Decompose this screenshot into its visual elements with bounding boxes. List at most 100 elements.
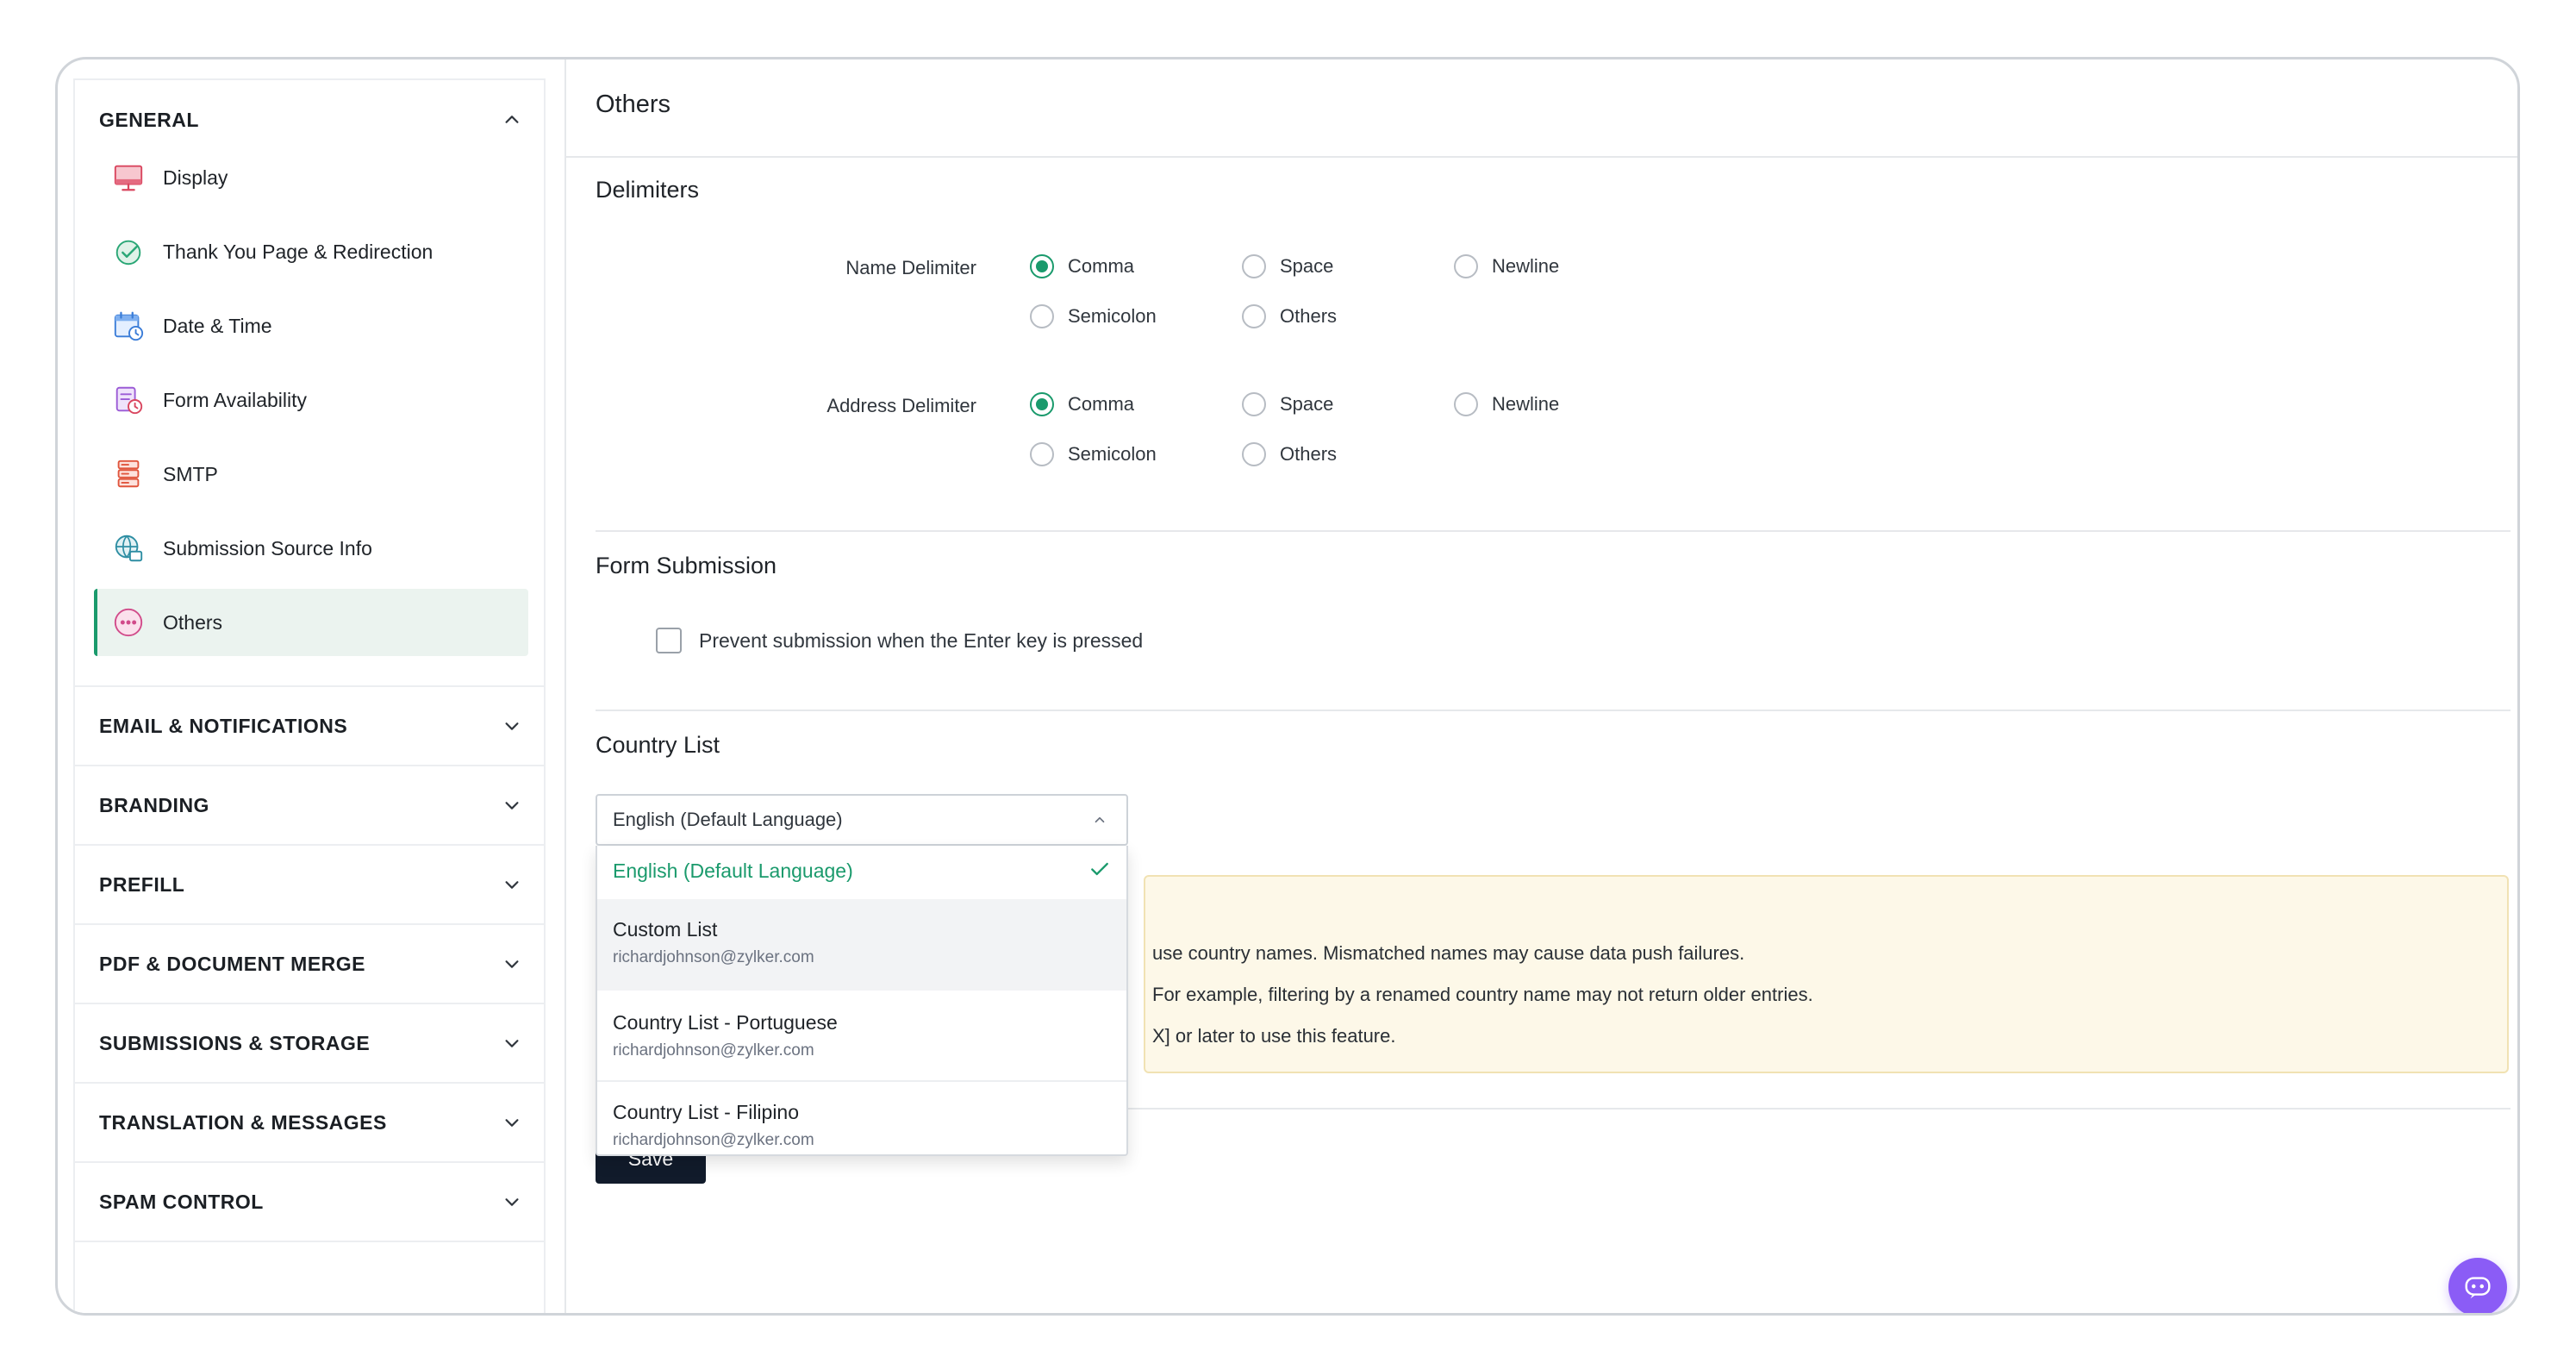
info-notice: use country names. Mismatched names may …	[1144, 875, 2509, 1073]
address-delimiter-newline-radio[interactable]: Newline	[1454, 392, 1559, 416]
dropdown-option-portuguese[interactable]: Country List - Portuguese richardjohnson…	[597, 991, 1126, 1080]
radio-circle	[1242, 254, 1266, 278]
sidebar-item-form-availability[interactable]: Form Availability	[94, 366, 528, 434]
checkbox-label: Prevent submission when the Enter key is…	[699, 628, 1144, 652]
sidebar-item-smtp[interactable]: SMTP	[94, 441, 528, 508]
chevron-down-icon	[501, 794, 523, 816]
check-icon	[1091, 862, 1108, 876]
sidebar-item-label: Display	[163, 166, 228, 189]
option-label: English (Default Language)	[613, 860, 853, 882]
chevron-down-icon	[501, 715, 523, 737]
name-delimiter-label: Name Delimiter	[845, 257, 976, 278]
dropdown-option-english[interactable]: English (Default Language)	[597, 846, 1126, 899]
radio-label: Semicolon	[1068, 305, 1157, 327]
radio-circle	[1242, 442, 1266, 466]
chevron-up-icon	[501, 109, 523, 131]
radio-circle	[1454, 254, 1478, 278]
radio-label: Others	[1280, 443, 1338, 465]
delimiters-heading: Delimiters	[596, 177, 700, 203]
server-icon	[111, 457, 146, 491]
dropdown-option-filipino[interactable]: Country List - Filipino richardjohnson@z…	[597, 1082, 1126, 1154]
radio-circle	[1454, 392, 1478, 416]
more-dots-icon	[111, 605, 146, 640]
address-delimiter-label: Address Delimiter	[826, 395, 976, 416]
section-title: SUBMISSIONS & STORAGE	[99, 1031, 371, 1054]
section-email-notifications[interactable]: EMAIL & NOTIFICATIONS	[75, 687, 544, 766]
sidebar-item-label: Others	[163, 610, 223, 634]
section-spam-control[interactable]: SPAM CONTROL	[75, 1163, 544, 1242]
display-monitor-icon	[111, 160, 146, 195]
section-title: EMAIL & NOTIFICATIONS	[99, 714, 348, 737]
sidebar-item-label: Date & Time	[163, 314, 272, 337]
country-list-dropdown: English (Default Language) Custom List r…	[596, 846, 1128, 1156]
country-list-select[interactable]: English (Default Language)	[596, 794, 1128, 846]
divider	[596, 530, 2511, 532]
radio-label: Newline	[1492, 393, 1560, 415]
notice-text: For example, filtering by a renamed coun…	[1152, 984, 1813, 1005]
radio-label: Space	[1280, 255, 1334, 277]
option-owner-email: richardjohnson@zylker.com	[613, 948, 814, 966]
address-delimiter-comma-radio[interactable]: Comma	[1030, 392, 1134, 416]
chat-assistant-button[interactable]	[2448, 1258, 2507, 1313]
option-label: Custom List	[613, 918, 718, 941]
section-submissions-storage[interactable]: SUBMISSIONS & STORAGE	[75, 1004, 544, 1084]
radio-circle	[1242, 392, 1266, 416]
name-delimiter-space-radio[interactable]: Space	[1242, 254, 1333, 278]
app-window: GENERAL Display Thank You Page & Redirec…	[55, 57, 2520, 1316]
name-delimiter-others-radio[interactable]: Others	[1242, 304, 1337, 328]
prevent-enter-submit-checkbox[interactable]: Prevent submission when the Enter key is…	[656, 628, 1143, 653]
divider	[596, 710, 2511, 711]
sidebar-item-label: Thank You Page & Redirection	[163, 240, 433, 263]
radio-circle	[1242, 304, 1266, 328]
radio-circle	[1030, 442, 1054, 466]
section-title: PREFILL	[99, 872, 185, 896]
section-title: SPAM CONTROL	[99, 1190, 264, 1213]
section-prefill[interactable]: PREFILL	[75, 846, 544, 925]
address-delimiter-semicolon-radio[interactable]: Semicolon	[1030, 442, 1157, 466]
chevron-down-icon	[501, 1191, 523, 1213]
sidebar-item-date-time[interactable]: Date & Time	[94, 292, 528, 359]
radio-label: Comma	[1068, 255, 1135, 277]
check-circle-icon	[111, 234, 146, 269]
sidebar-item-label: Form Availability	[163, 388, 308, 411]
sidebar-item-thank-you-page[interactable]: Thank You Page & Redirection	[94, 218, 528, 285]
option-owner-email: richardjohnson@zylker.com	[613, 1131, 814, 1149]
radio-circle	[1030, 392, 1054, 416]
section-title: TRANSLATION & MESSAGES	[99, 1110, 387, 1134]
sidebar-item-display[interactable]: Display	[94, 144, 528, 211]
notice-text: X] or later to use this feature.	[1152, 1025, 1396, 1047]
calendar-clock-icon	[111, 309, 146, 343]
chevron-down-icon	[501, 953, 523, 975]
chevron-up-icon	[1088, 809, 1111, 831]
checkbox-box	[656, 628, 682, 653]
globe-icon	[111, 531, 146, 566]
radio-label: Comma	[1068, 393, 1135, 415]
section-pdf-document-merge[interactable]: PDF & DOCUMENT MERGE	[75, 925, 544, 1004]
option-label: Country List - Portuguese	[613, 1011, 838, 1034]
name-delimiter-semicolon-radio[interactable]: Semicolon	[1030, 304, 1157, 328]
sidebar-item-others[interactable]: Others	[94, 589, 528, 656]
name-delimiter-newline-radio[interactable]: Newline	[1454, 254, 1559, 278]
divider	[566, 156, 2517, 158]
chat-bot-icon	[2465, 1277, 2491, 1299]
form-clock-icon	[111, 383, 146, 417]
section-branding[interactable]: BRANDING	[75, 766, 544, 846]
section-title: BRANDING	[99, 793, 209, 816]
sidebar-item-label: SMTP	[163, 462, 218, 485]
radio-label: Space	[1280, 393, 1334, 415]
chevron-down-icon	[501, 1032, 523, 1054]
section-translation-messages[interactable]: TRANSLATION & MESSAGES	[75, 1084, 544, 1163]
section-general-title: GENERAL	[99, 108, 199, 131]
option-owner-email: richardjohnson@zylker.com	[613, 1041, 814, 1060]
section-title: PDF & DOCUMENT MERGE	[99, 952, 365, 975]
dropdown-option-custom-list[interactable]: Custom List richardjohnson@zylker.com	[597, 899, 1126, 991]
sidebar-item-label: Submission Source Info	[163, 536, 372, 559]
chevron-down-icon	[501, 1111, 523, 1134]
name-delimiter-comma-radio[interactable]: Comma	[1030, 254, 1134, 278]
address-delimiter-space-radio[interactable]: Space	[1242, 392, 1333, 416]
address-delimiter-others-radio[interactable]: Others	[1242, 442, 1337, 466]
sidebar-item-submission-source[interactable]: Submission Source Info	[94, 515, 528, 582]
form-submission-heading: Form Submission	[596, 553, 777, 578]
radio-label: Others	[1280, 305, 1338, 327]
radio-circle	[1030, 254, 1054, 278]
